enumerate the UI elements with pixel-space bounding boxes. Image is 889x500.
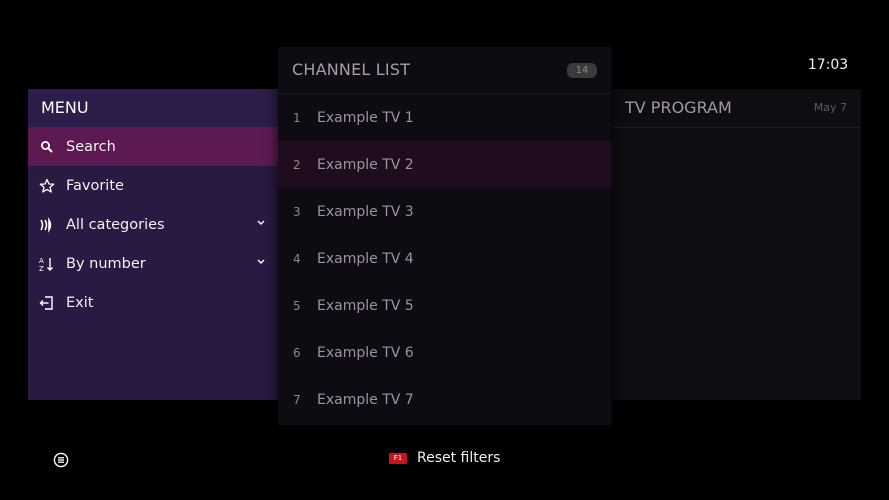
tv-guide-screen: 17:03 MENU Search Favorite All categorie…	[0, 0, 889, 500]
menu-item-by-number[interactable]: A Z By number	[28, 244, 278, 283]
menu-item-label: By number	[66, 255, 146, 272]
channel-count-badge: 14	[567, 63, 597, 78]
channel-number: 6	[293, 345, 301, 360]
channel-list-panel: CHANNEL LIST 14 1 Example TV 1 2 Example…	[278, 47, 611, 425]
channel-number: 1	[293, 110, 301, 125]
channel-number: 7	[293, 392, 301, 407]
reset-filters-button[interactable]: F1 Reset filters	[389, 450, 500, 466]
f1-key-badge: F1	[389, 452, 407, 464]
channel-number: 4	[293, 251, 301, 266]
channel-list-title: CHANNEL LIST	[292, 60, 411, 79]
channel-list-header: CHANNEL LIST 14	[278, 47, 611, 94]
channel-name: Example TV 7	[317, 391, 414, 408]
tv-program-date: May 7	[813, 101, 847, 114]
menu-item-label: Favorite	[66, 177, 124, 194]
menu-item-label: Search	[66, 138, 116, 155]
channel-row[interactable]: 1 Example TV 1	[278, 94, 611, 141]
channel-name: Example TV 6	[317, 344, 414, 361]
list-menu-icon[interactable]	[53, 452, 69, 468]
channel-name: Example TV 4	[317, 250, 414, 267]
search-icon	[39, 139, 55, 155]
svg-text:Z: Z	[39, 265, 44, 272]
channel-row-focused[interactable]: 2 Example TV 2	[278, 141, 611, 188]
reset-filters-label: Reset filters	[417, 450, 501, 466]
sort-az-icon: A Z	[39, 256, 55, 272]
chevron-down-icon	[257, 259, 265, 264]
chevron-down-icon	[257, 220, 265, 225]
channel-row[interactable]: 3 Example TV 3	[278, 188, 611, 235]
channel-number: 2	[293, 157, 301, 172]
tv-program-panel: TV PROGRAM May 7	[611, 89, 861, 400]
channel-row[interactable]: 7 Example TV 7	[278, 376, 611, 423]
channel-number: 3	[293, 204, 301, 219]
menu-item-exit[interactable]: Exit	[28, 283, 278, 322]
categories-icon	[39, 216, 55, 233]
channel-number: 5	[293, 298, 301, 313]
svg-text:A: A	[39, 257, 44, 265]
menu-item-favorite[interactable]: Favorite	[28, 166, 278, 205]
channel-row[interactable]: 5 Example TV 5	[278, 282, 611, 329]
menu-panel: MENU Search Favorite All categories A Z …	[28, 89, 278, 400]
channel-name: Example TV 5	[317, 297, 414, 314]
channel-row[interactable]: 4 Example TV 4	[278, 235, 611, 282]
exit-icon	[39, 295, 55, 311]
tv-program-header: TV PROGRAM May 7	[611, 89, 861, 128]
clock: 17:03	[807, 57, 849, 73]
star-icon	[39, 178, 55, 194]
channel-name: Example TV 2	[317, 156, 414, 173]
menu-item-label: All categories	[66, 216, 165, 233]
menu-item-all-categories[interactable]: All categories	[28, 205, 278, 244]
menu-title: MENU	[28, 89, 278, 127]
menu-item-label: Exit	[66, 294, 94, 311]
channel-name: Example TV 3	[317, 203, 414, 220]
tv-program-title: TV PROGRAM	[625, 98, 732, 117]
menu-item-search[interactable]: Search	[28, 127, 278, 166]
channel-row[interactable]: 6 Example TV 6	[278, 329, 611, 376]
channel-name: Example TV 1	[317, 109, 414, 126]
